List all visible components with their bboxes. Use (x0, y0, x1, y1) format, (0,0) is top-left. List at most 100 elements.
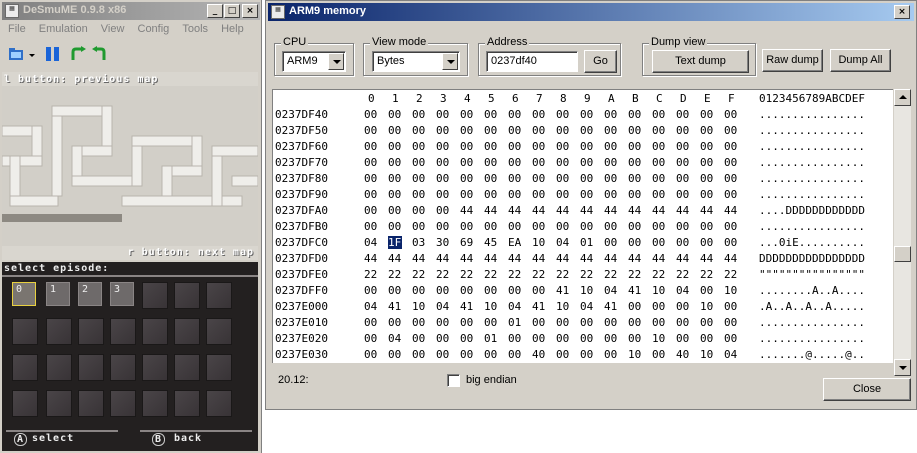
episode-slot[interactable] (46, 390, 72, 417)
memory-byte[interactable]: 00 (700, 172, 714, 185)
episode-slot[interactable] (12, 354, 38, 381)
memory-byte[interactable]: 00 (532, 140, 546, 153)
memory-byte[interactable]: 44 (412, 252, 426, 265)
memory-byte[interactable]: 44 (604, 204, 618, 217)
memory-byte[interactable]: 00 (724, 108, 738, 121)
menu-tools[interactable]: Tools (182, 23, 208, 35)
memory-byte[interactable]: 01 (484, 332, 498, 345)
memory-byte[interactable]: 00 (724, 236, 738, 249)
memory-byte[interactable]: 00 (508, 156, 522, 169)
memory-byte[interactable]: 00 (676, 108, 690, 121)
memory-byte[interactable]: 41 (604, 300, 618, 313)
menu-emulation[interactable]: Emulation (39, 23, 88, 35)
episode-slot[interactable] (110, 318, 136, 345)
memory-byte[interactable]: 04 (364, 300, 378, 313)
memory-byte[interactable]: 00 (628, 156, 642, 169)
memory-byte[interactable]: 00 (508, 172, 522, 185)
memory-byte[interactable]: 44 (532, 204, 546, 217)
memory-byte[interactable]: 44 (364, 252, 378, 265)
episode-slot[interactable] (110, 390, 136, 417)
memory-byte[interactable]: 00 (388, 284, 402, 297)
episode-slot[interactable] (174, 318, 200, 345)
memory-byte[interactable]: 00 (580, 188, 594, 201)
memory-byte[interactable]: 00 (412, 124, 426, 137)
memory-byte[interactable]: 00 (652, 220, 666, 233)
vertical-scrollbar[interactable] (894, 89, 911, 376)
memory-byte[interactable]: 00 (724, 124, 738, 137)
episode-slot[interactable] (206, 318, 232, 345)
memory-byte[interactable]: 00 (532, 220, 546, 233)
memory-byte[interactable]: 00 (700, 140, 714, 153)
episode-2-slot[interactable]: 2 (78, 282, 102, 306)
memory-byte[interactable]: 44 (508, 204, 522, 217)
memory-byte[interactable]: 00 (412, 188, 426, 201)
memory-byte[interactable]: 00 (460, 140, 474, 153)
memory-byte[interactable]: 22 (436, 268, 450, 281)
memory-byte[interactable]: 44 (724, 252, 738, 265)
memory-byte[interactable]: 44 (460, 204, 474, 217)
memory-byte[interactable]: 00 (412, 284, 426, 297)
memory-byte[interactable]: 00 (724, 332, 738, 345)
memory-byte[interactable]: 00 (604, 236, 618, 249)
memory-byte[interactable]: 00 (388, 172, 402, 185)
memory-byte[interactable]: 00 (412, 156, 426, 169)
memory-byte[interactable]: 00 (676, 236, 690, 249)
memory-byte[interactable]: 00 (388, 124, 402, 137)
memory-byte[interactable]: 44 (724, 204, 738, 217)
raw-dump-button[interactable]: Raw dump (762, 49, 823, 72)
memory-byte[interactable]: 22 (508, 268, 522, 281)
memory-byte[interactable]: 40 (532, 348, 546, 361)
episode-slot[interactable] (206, 282, 232, 309)
memory-byte[interactable]: 00 (484, 108, 498, 121)
memory-byte[interactable]: 00 (628, 140, 642, 153)
memory-byte[interactable]: 00 (700, 188, 714, 201)
memory-byte[interactable]: 04 (508, 300, 522, 313)
memory-byte[interactable]: 00 (628, 188, 642, 201)
memory-byte[interactable]: 00 (628, 332, 642, 345)
memory-byte[interactable]: 00 (388, 316, 402, 329)
memory-byte[interactable]: 00 (628, 172, 642, 185)
memory-byte[interactable]: 00 (700, 156, 714, 169)
memory-byte[interactable]: 00 (436, 316, 450, 329)
episode-3-slot[interactable]: 3 (110, 282, 134, 306)
memory-byte[interactable]: 44 (556, 204, 570, 217)
memory-byte[interactable]: 69 (460, 236, 474, 249)
memory-byte[interactable]: 44 (628, 204, 642, 217)
memory-byte[interactable]: 00 (700, 124, 714, 137)
memory-byte[interactable]: 00 (388, 220, 402, 233)
scroll-down-button[interactable] (894, 359, 911, 376)
memory-byte[interactable]: 00 (364, 172, 378, 185)
memory-byte[interactable]: 22 (724, 268, 738, 281)
memory-byte[interactable]: 00 (364, 284, 378, 297)
episode-slot[interactable] (110, 354, 136, 381)
memory-byte[interactable]: 00 (556, 220, 570, 233)
memory-byte[interactable]: 00 (604, 156, 618, 169)
memory-byte[interactable]: 00 (484, 172, 498, 185)
memory-byte[interactable]: 44 (580, 204, 594, 217)
memory-byte[interactable]: 00 (484, 348, 498, 361)
memory-byte[interactable]: 03 (412, 236, 426, 249)
memory-byte[interactable]: 00 (700, 108, 714, 121)
memory-byte[interactable]: 22 (628, 268, 642, 281)
memory-byte[interactable]: 41 (628, 284, 642, 297)
memory-byte[interactable]: 44 (628, 252, 642, 265)
episode-1-slot[interactable]: 1 (46, 282, 70, 306)
memory-byte[interactable]: 00 (724, 156, 738, 169)
memory-byte[interactable]: 00 (508, 348, 522, 361)
memory-byte[interactable]: 00 (460, 108, 474, 121)
memory-byte[interactable]: 00 (436, 108, 450, 121)
memory-byte[interactable]: 00 (460, 172, 474, 185)
memory-byte[interactable]: 00 (676, 188, 690, 201)
big-endian-checkbox[interactable] (447, 374, 460, 387)
memory-byte[interactable]: 00 (508, 108, 522, 121)
memory-byte[interactable]: 40 (676, 348, 690, 361)
memory-byte[interactable]: 00 (580, 124, 594, 137)
memory-byte[interactable]: 22 (364, 268, 378, 281)
memory-byte[interactable]: 00 (364, 332, 378, 345)
memory-byte[interactable]: 00 (388, 348, 402, 361)
memory-byte[interactable]: 00 (724, 172, 738, 185)
memory-byte[interactable]: 00 (460, 332, 474, 345)
memory-byte[interactable]: 00 (532, 332, 546, 345)
maximize-button[interactable]: □ (224, 4, 240, 18)
memory-byte[interactable]: 00 (652, 348, 666, 361)
